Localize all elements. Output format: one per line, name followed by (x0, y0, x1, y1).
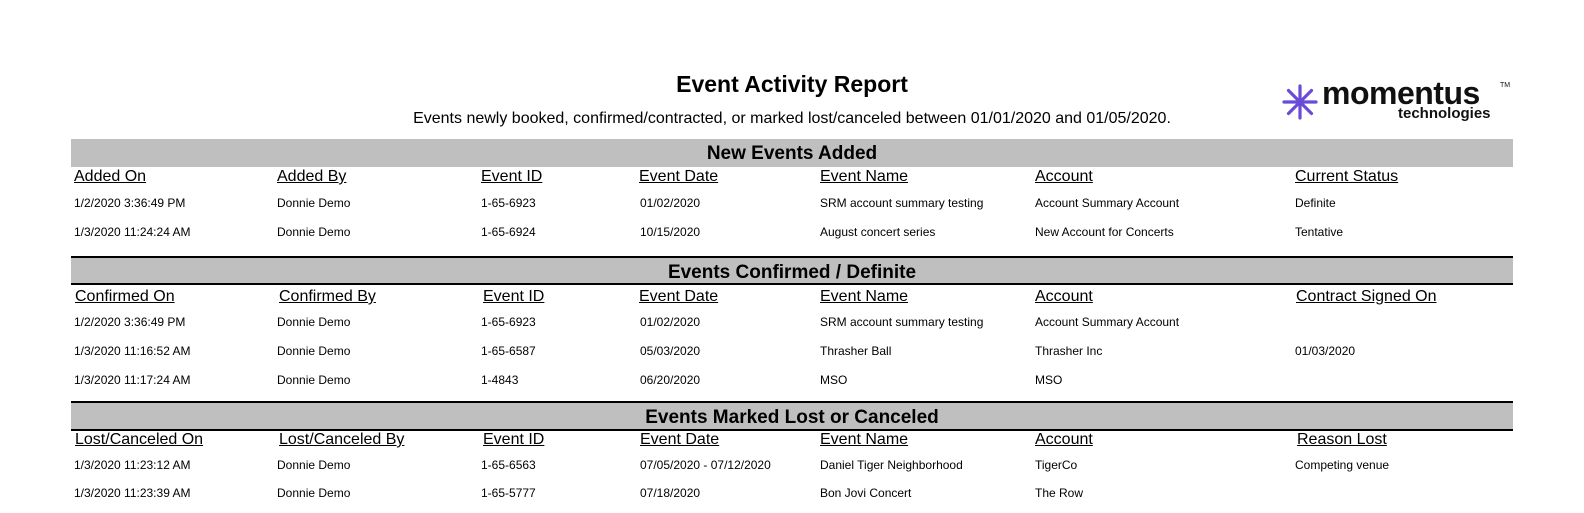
column-header-lost-canceled-on: Lost/Canceled On (75, 431, 204, 448)
column-header-event-name: Event Name (820, 431, 909, 448)
cell-account: Account Summary Account (1035, 315, 1180, 329)
cell-added-on: 1/3/2020 11:24:24 AM (74, 225, 191, 239)
column-header-event-id: Event ID (483, 288, 545, 305)
logo-trademark: TM (1500, 82, 1511, 89)
cell-confirmed-by: Donnie Demo (277, 344, 351, 358)
cell-event-name: Daniel Tiger Neighborhood (820, 458, 963, 472)
cell-event-date: 01/02/2020 (640, 196, 701, 210)
cell-event-id: 1-4843 (481, 373, 519, 387)
column-header-event-date: Event Date (639, 288, 719, 305)
cell-event-name: Thrasher Ball (820, 344, 892, 358)
cell-lost-canceled-on: 1/3/2020 11:23:12 AM (74, 458, 191, 472)
column-header-added-by: Added By (277, 168, 347, 185)
cell-event-id: 1-65-6924 (481, 225, 536, 239)
column-header-account: Account (1035, 168, 1093, 185)
cell-event-name: MSO (820, 373, 848, 387)
cell-added-by: Donnie Demo (277, 196, 351, 210)
column-header-lost-canceled-by: Lost/Canceled By (279, 431, 405, 448)
column-header-event-date: Event Date (639, 168, 719, 185)
cell-event-id: 1-65-6563 (481, 458, 536, 472)
cell-account: Thrasher Inc (1035, 344, 1103, 358)
cell-lost-canceled-by: Donnie Demo (277, 458, 351, 472)
cell-account: The Row (1035, 486, 1084, 500)
cell-added-on: 1/2/2020 3:36:49 PM (74, 196, 186, 210)
column-header-contract-signed-on: Contract Signed On (1296, 288, 1437, 305)
cell-event-name: SRM account summary testing (820, 315, 984, 329)
cell-event-id: 1-65-5777 (481, 486, 536, 500)
cell-confirmed-on: 1/3/2020 11:17:24 AM (74, 373, 191, 387)
column-header-event-date: Event Date (640, 431, 720, 448)
cell-confirmed-on: 1/2/2020 3:36:49 PM (74, 315, 186, 329)
column-header-event-id: Event ID (481, 168, 543, 185)
column-header-added-on: Added On (74, 168, 147, 185)
cell-event-date: 06/20/2020 (640, 373, 701, 387)
column-header-reason-lost: Reason Lost (1297, 431, 1387, 448)
column-header-event-name: Event Name (820, 168, 909, 185)
cell-event-name: SRM account summary testing (820, 196, 984, 210)
column-header-account: Account (1035, 431, 1093, 448)
cell-reason-lost: Competing venue (1295, 458, 1390, 472)
momentus-star-icon (1282, 84, 1318, 120)
cell-lost-canceled-on: 1/3/2020 11:23:39 AM (74, 486, 191, 500)
cell-event-date: 05/03/2020 (640, 344, 701, 358)
column-header-account: Account (1035, 288, 1093, 305)
section-title-lost-events: Events Marked Lost or Canceled (71, 401, 1513, 431)
event-activity-report: Event Activity Report Events newly booke… (0, 0, 1584, 513)
section-title-new-events: New Events Added (71, 139, 1513, 167)
cell-account: Account Summary Account (1035, 196, 1180, 210)
momentus-logo: momentus TM technologies (1282, 75, 1512, 128)
cell-account: TigerCo (1035, 458, 1078, 472)
cell-contract-signed-on: 01/03/2020 (1295, 344, 1356, 358)
cell-confirmed-on: 1/3/2020 11:16:52 AM (74, 344, 191, 358)
logo-subtitle: technologies (1398, 105, 1491, 122)
cell-account: MSO (1035, 373, 1063, 387)
cell-added-by: Donnie Demo (277, 225, 351, 239)
cell-event-name: August concert series (820, 225, 936, 239)
column-header-event-name: Event Name (820, 288, 909, 305)
section-title-confirmed-events: Events Confirmed / Definite (71, 256, 1513, 285)
cell-event-name: Bon Jovi Concert (820, 486, 912, 500)
column-header-confirmed-on: Confirmed On (75, 288, 175, 305)
cell-confirmed-by: Donnie Demo (277, 315, 351, 329)
cell-event-id: 1-65-6923 (481, 196, 536, 210)
cell-event-id: 1-65-6923 (481, 315, 536, 329)
column-header-confirmed-by: Confirmed By (279, 288, 376, 305)
cell-event-date: 01/02/2020 (640, 315, 701, 329)
cell-event-date: 10/15/2020 (640, 225, 701, 239)
cell-event-date: 07/05/2020 - 07/12/2020 (640, 458, 771, 472)
cell-current-status: Tentative (1295, 225, 1344, 239)
cell-current-status: Definite (1295, 196, 1336, 210)
cell-lost-canceled-by: Donnie Demo (277, 486, 351, 500)
cell-confirmed-by: Donnie Demo (277, 373, 351, 387)
cell-account: New Account for Concerts (1035, 225, 1174, 239)
column-header-current-status: Current Status (1295, 168, 1399, 185)
column-header-event-id: Event ID (483, 431, 545, 448)
cell-event-date: 07/18/2020 (640, 486, 701, 500)
cell-event-id: 1-65-6587 (481, 344, 536, 358)
